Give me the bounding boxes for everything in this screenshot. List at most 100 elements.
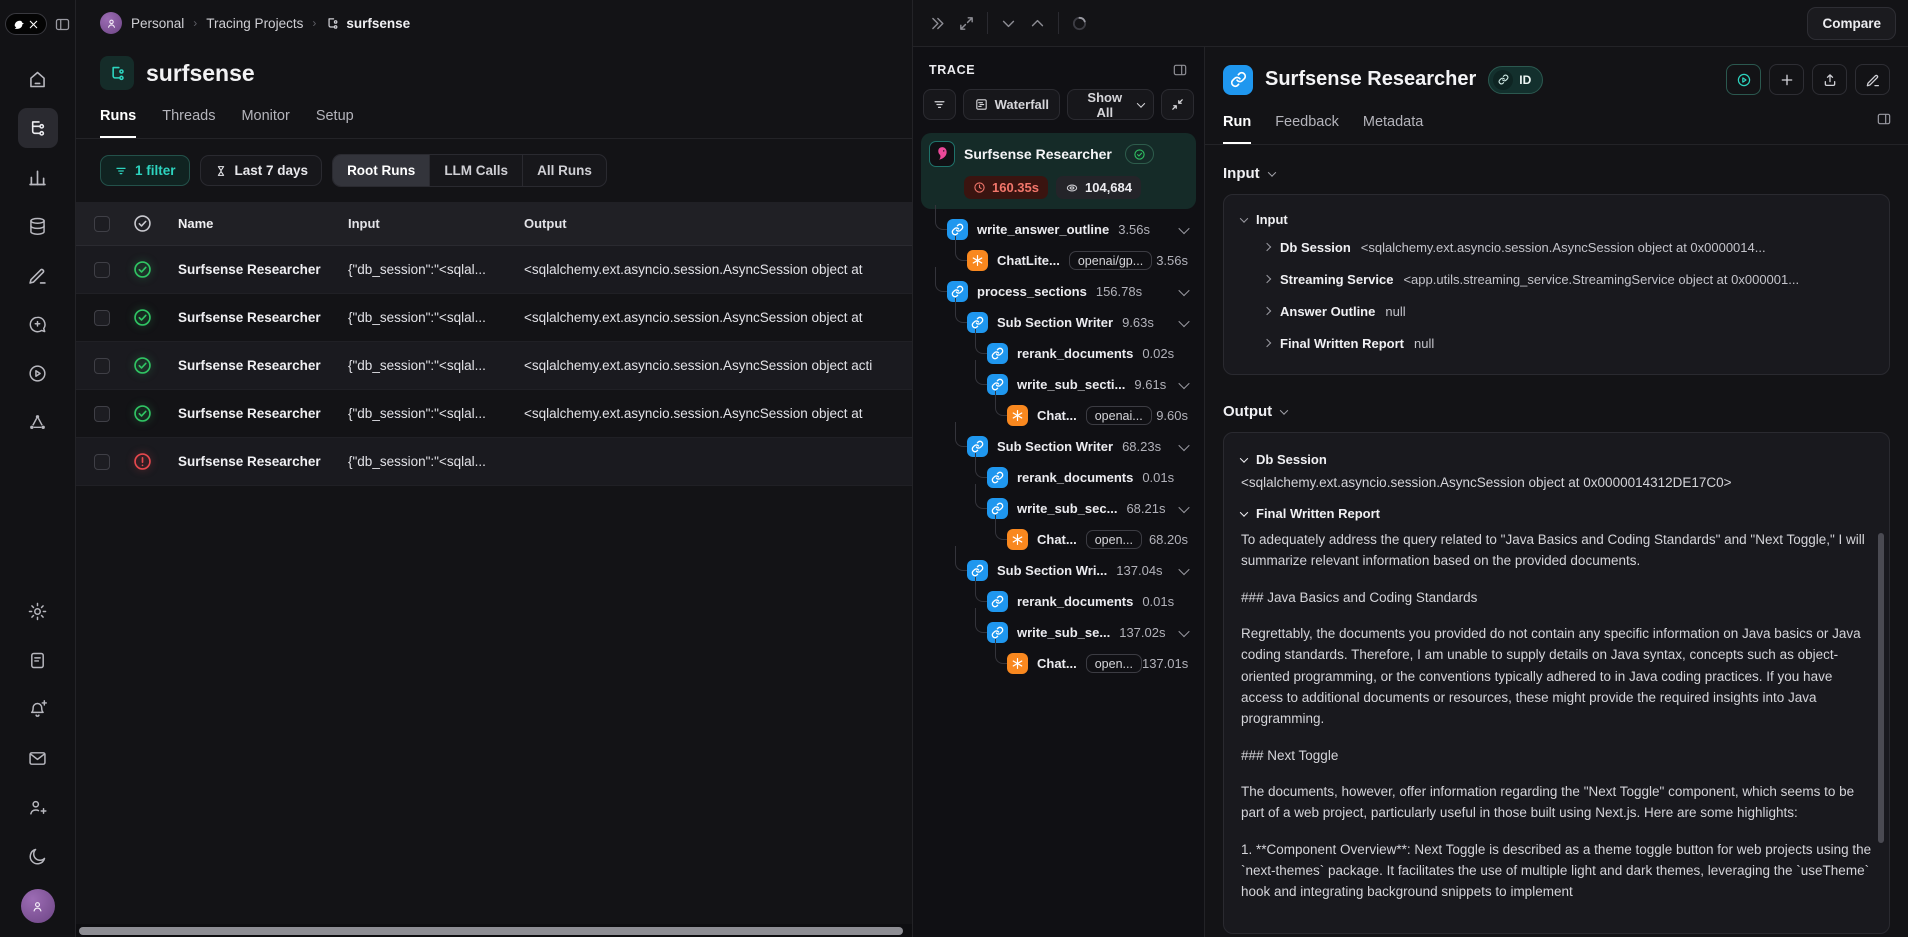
sidebar-item-annotations[interactable] [18,255,58,295]
chevron-down-icon[interactable] [1180,319,1188,327]
vertical-scrollbar-thumb[interactable] [1878,533,1884,843]
sidebar-item-notifications[interactable] [18,689,58,729]
trace-node[interactable]: ChatLite... openai/gp... 3.56s [921,245,1196,276]
column-header-input[interactable]: Input [348,216,524,231]
tab-setup[interactable]: Setup [316,108,354,138]
input-field-row[interactable]: Final Written Report null [1241,327,1872,359]
input-field-row[interactable]: Answer Outline null [1241,295,1872,327]
table-row[interactable]: Surfsense Researcher {"db_session":"<sql… [76,438,912,486]
trace-node[interactable]: write_sub_se... 137.02s [921,617,1196,648]
report-paragraph: To adequately address the query related … [1241,529,1872,572]
waterfall-button[interactable]: Waterfall [963,89,1060,120]
tab-run[interactable]: Run [1223,114,1251,144]
tab-runs[interactable]: Runs [100,108,136,138]
sidebar-item-datasets[interactable] [18,206,58,246]
tab-feedback[interactable]: Feedback [1275,114,1339,144]
input-field-row[interactable]: Db Session <sqlalchemy.ext.asyncio.sessi… [1241,231,1872,263]
workspace-avatar[interactable] [100,12,122,34]
chevron-down-icon[interactable] [1180,443,1188,451]
column-header-name[interactable]: Name [178,216,348,231]
sidebar-item-inbox[interactable] [18,738,58,778]
row-checkbox[interactable] [94,454,110,470]
trace-node[interactable]: rerank_documents 0.01s [921,586,1196,617]
output-report-row[interactable]: Final Written Report [1241,506,1872,521]
chevron-down-icon[interactable] [1180,288,1188,296]
trace-node[interactable]: Chat... open... 137.01s [921,648,1196,679]
input-section-header[interactable]: Input [1223,165,1890,182]
date-range-button[interactable]: Last 7 days [200,155,323,186]
column-header-output[interactable]: Output [524,216,912,231]
row-checkbox[interactable] [94,358,110,374]
sidebar-item-docs[interactable] [18,640,58,680]
chevron-down-icon[interactable] [1180,567,1188,575]
open-in-playground-button[interactable] [1726,64,1761,95]
tab-threads[interactable]: Threads [162,108,215,138]
chevron-down-icon[interactable] [1180,226,1188,234]
status-column-icon[interactable] [132,213,153,234]
table-row[interactable]: Surfsense Researcher {"db_session":"<sql… [76,342,912,390]
row-checkbox[interactable] [94,406,110,422]
add-to-dataset-button[interactable] [1769,64,1804,95]
sidebar-toggle-icon[interactable] [54,16,71,33]
trace-panel-title: TRACE [929,63,975,77]
trace-root-node[interactable]: Surfsense Researcher 160.35s 104,684 [921,133,1196,209]
trace-node[interactable]: write_sub_sec... 68.21s [921,493,1196,524]
input-root-row[interactable]: Input [1241,210,1872,231]
chevron-down-icon[interactable] [1180,629,1188,637]
segment-root-runs[interactable]: Root Runs [333,155,430,186]
sidebar-item-home[interactable] [18,59,58,99]
sidebar-item-tracing-projects[interactable] [18,108,58,148]
select-all-checkbox[interactable] [94,216,110,232]
sidebar-item-playground[interactable] [18,353,58,393]
langsmith-logo[interactable] [5,13,47,35]
tab-metadata[interactable]: Metadata [1363,114,1423,144]
chevron-down-icon[interactable] [1180,381,1188,389]
breadcrumb-project[interactable]: surfsense [325,16,410,31]
trace-node[interactable]: write_sub_secti... 9.61s [921,369,1196,400]
tab-monitor[interactable]: Monitor [241,108,289,138]
output-section-header[interactable]: Output [1223,403,1890,420]
trace-node[interactable]: Sub Section Wri... 137.04s [921,555,1196,586]
run-detail-content[interactable]: Input Input Db Session <sqlalchemy.ext.a… [1205,145,1908,937]
split-panel-icon[interactable] [1172,62,1188,78]
compare-button[interactable]: Compare [1807,7,1896,40]
table-row[interactable]: Surfsense Researcher {"db_session":"<sql… [76,390,912,438]
sidebar-item-theme[interactable] [18,836,58,876]
trace-node[interactable]: rerank_documents 0.02s [921,338,1196,369]
previous-run-icon[interactable] [1000,15,1017,32]
show-all-dropdown[interactable]: Show All [1067,89,1154,120]
expand-fullscreen-icon[interactable] [958,15,975,32]
row-checkbox[interactable] [94,310,110,326]
sidebar-item-deployments[interactable] [18,402,58,442]
row-checkbox[interactable] [94,262,110,278]
split-panel-icon[interactable] [1876,111,1892,127]
sidebar-item-prompts[interactable] [18,304,58,344]
trace-node[interactable]: rerank_documents 0.01s [921,462,1196,493]
output-db-session-row[interactable]: Db Session [1241,452,1872,467]
table-row[interactable]: Surfsense Researcher {"db_session":"<sql… [76,294,912,342]
trace-node[interactable]: Sub Section Writer 9.63s [921,307,1196,338]
share-run-button[interactable] [1812,64,1847,95]
sidebar-item-dashboards[interactable] [18,157,58,197]
copy-id-button[interactable]: ID [1488,66,1543,94]
input-field-row[interactable]: Streaming Service <app.utils.streaming_s… [1241,263,1872,295]
edit-run-button[interactable] [1855,64,1890,95]
horizontal-scrollbar-thumb[interactable] [79,927,903,935]
trace-filter-button[interactable] [923,89,956,120]
sidebar-item-invite[interactable] [18,787,58,827]
collapse-all-button[interactable] [1161,89,1194,120]
filter-button[interactable]: 1 filter [100,155,190,186]
chevron-down-icon[interactable] [1180,505,1188,513]
breadcrumb-section[interactable]: Tracing Projects [206,16,303,31]
breadcrumb-workspace[interactable]: Personal [131,16,184,31]
table-row[interactable]: Surfsense Researcher {"db_session":"<sql… [76,246,912,294]
sidebar-item-settings[interactable] [18,591,58,631]
segment-all-runs[interactable]: All Runs [523,155,606,186]
collapse-panel-icon[interactable] [929,15,946,32]
trace-node[interactable]: Sub Section Writer 68.23s [921,431,1196,462]
user-avatar[interactable] [21,889,55,923]
chain-icon [987,343,1008,364]
segment-llm-calls[interactable]: LLM Calls [430,155,523,186]
run-name: Surfsense Researcher [178,262,348,277]
next-run-icon[interactable] [1029,15,1046,32]
